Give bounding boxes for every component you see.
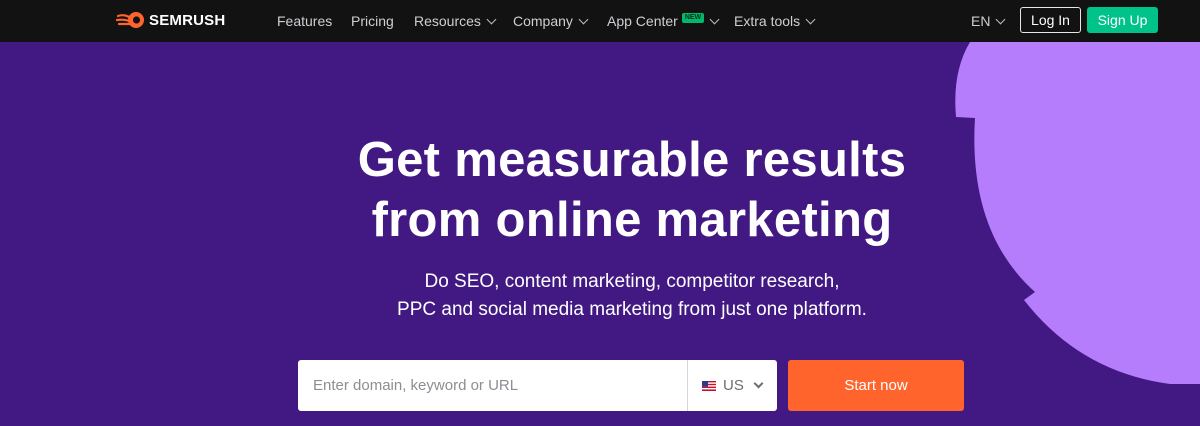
nav-item-app-center[interactable]: App Center NEW [607,11,720,31]
new-badge: NEW [681,13,705,23]
chevron-down-icon [578,14,589,24]
hero-title-line: Get measurable results [357,133,907,187]
nav-item-label: Resources [414,13,481,29]
chevron-down-icon [709,14,720,24]
hero-title-line: from online marketing [371,193,893,247]
chevron-down-icon [996,14,1006,24]
language-selector[interactable]: EN [971,11,1006,31]
nav-item-resources[interactable]: Resources [414,11,497,31]
start-now-button[interactable]: Start now [788,360,964,411]
us-flag-icon [702,380,716,391]
language-label: EN [971,13,991,29]
top-navbar: SEMRUSH Features Pricing Resources Compa… [0,0,1200,42]
chevron-down-icon [805,14,816,24]
semrush-logo[interactable]: SEMRUSH [116,9,225,31]
signup-button[interactable]: Sign Up [1087,7,1158,33]
nav-item-features[interactable]: Features [277,11,332,31]
nav-item-label: Pricing [351,13,394,29]
nav-item-label: Features [277,13,333,29]
hero-subtitle-line: Do SEO, content marketing, competitor re… [424,271,840,292]
hero-subtitle-line: PPC and social media marketing from just… [397,299,867,320]
nav-item-extra-tools[interactable]: Extra tools [734,11,816,31]
chevron-down-icon [753,378,764,388]
domain-search-input[interactable] [298,360,687,411]
semrush-fireball-icon [116,12,144,28]
nav-item-label: Company [513,13,573,29]
hero-title: Get measurable results from online marke… [300,130,964,250]
nav-item-pricing[interactable]: Pricing [351,11,394,31]
domain-search-form: US [298,360,777,411]
hero-subtitle: Do SEO, content marketing, competitor re… [300,268,964,324]
country-label: US [723,377,744,394]
nav-item-company[interactable]: Company [513,11,589,31]
chevron-down-icon [486,14,497,24]
nav-item-label: Extra tools [734,13,801,29]
nav-item-label: App Center [607,13,678,29]
brand-name: SEMRUSH [149,11,226,29]
login-button[interactable]: Log In [1020,7,1081,33]
country-select[interactable]: US [687,360,777,411]
